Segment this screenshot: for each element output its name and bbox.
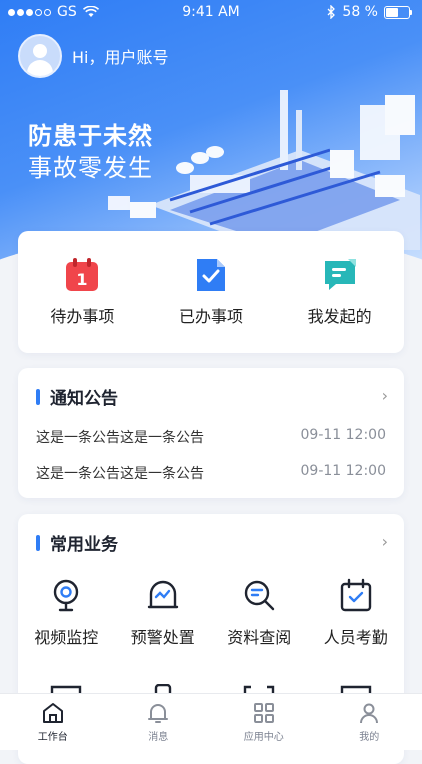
document-lookup-button[interactable]: 资料查阅 <box>214 578 304 648</box>
attendance-icon <box>340 578 371 612</box>
notice-text: 这是一条公告这是一条公告 <box>36 430 204 446</box>
profile-icon <box>360 703 379 724</box>
slogan-line2: 事故零发生 <box>28 154 153 182</box>
tab-profile-label: 我的 <box>359 732 380 743</box>
notice-text: 这是一条公告这是一条公告 <box>36 466 204 482</box>
alarm-icon <box>147 580 178 609</box>
alarm-handle-button[interactable]: 预警处置 <box>118 578 208 648</box>
done-doc-icon <box>196 259 225 291</box>
video-monitor-button[interactable]: 视频监控 <box>21 578 111 648</box>
notice-time: 09-11 12:00 <box>300 463 386 479</box>
notice-time: 09-11 12:00 <box>300 427 386 443</box>
business-header: 常用业务 <box>36 530 118 555</box>
task-initiated-button[interactable]: 我发起的 <box>285 257 395 327</box>
camera-icon <box>54 579 79 612</box>
task-todo-button[interactable]: 1 待办事项 <box>27 257 137 327</box>
user-header[interactable]: Hi，用户账号 <box>18 34 168 78</box>
alarm-handle-label: 预警处置 <box>130 628 195 647</box>
tab-workbench[interactable]: 工作台 <box>8 694 98 750</box>
task-done-button[interactable]: 已办事项 <box>156 257 266 327</box>
document-lookup-label: 资料查阅 <box>227 628 292 647</box>
apps-icon <box>253 703 274 723</box>
bell-icon <box>148 704 169 723</box>
tab-messages-label: 消息 <box>148 732 169 743</box>
home-icon <box>42 703 63 723</box>
attendance-label: 人员考勤 <box>323 628 388 647</box>
avatar[interactable] <box>18 34 62 78</box>
business-title: 常用业务 <box>50 535 118 555</box>
chevron-right-icon[interactable]: › <box>382 532 388 551</box>
notice-header: 通知公告 <box>36 384 118 409</box>
section-marker <box>36 534 40 551</box>
task-done-label: 已办事项 <box>178 307 243 326</box>
status-bar: GS 9:41 AM 58 % <box>0 0 422 24</box>
user-greeting: Hi，用户账号 <box>72 48 169 67</box>
notice-item[interactable]: 这是一条公告这是一条公告 09-11 12:00 <box>36 427 386 447</box>
task-shortcuts-card: 1 待办事项 已办事项 我发起的 <box>18 231 404 353</box>
battery-icon <box>384 5 412 19</box>
search-doc-icon <box>245 580 275 611</box>
task-todo-label: 待办事项 <box>50 307 115 326</box>
tab-profile[interactable]: 我的 <box>324 694 414 750</box>
tab-app-center[interactable]: 应用中心 <box>219 694 309 750</box>
tab-app-center-label: 应用中心 <box>243 732 284 743</box>
task-initiated-label: 我发起的 <box>307 307 372 326</box>
notice-title: 通知公告 <box>50 389 118 409</box>
tab-messages[interactable]: 消息 <box>113 694 203 750</box>
calendar-icon: 1 <box>66 258 99 291</box>
notice-item[interactable]: 这是一条公告这是一条公告 09-11 12:00 <box>36 463 386 483</box>
business-grid: 视频监控 预警处置 资料查阅 人员考勤 <box>18 578 404 648</box>
slogan-line1: 防患于未然 <box>28 122 153 150</box>
chevron-right-icon[interactable]: › <box>382 386 388 405</box>
attendance-button[interactable]: 人员考勤 <box>311 578 401 648</box>
section-marker <box>36 388 40 405</box>
video-monitor-label: 视频监控 <box>34 628 99 647</box>
bottom-tab-bar: 工作台 消息 应用中心 我的 <box>0 693 422 750</box>
battery-percent: 58 % <box>342 4 378 20</box>
svg-text:1: 1 <box>77 270 88 289</box>
notice-card: 通知公告 › 这是一条公告这是一条公告 09-11 12:00 这是一条公告这是… <box>18 368 404 498</box>
bluetooth-icon <box>327 5 336 19</box>
chat-icon <box>324 259 356 290</box>
tab-workbench-label: 工作台 <box>37 732 68 743</box>
